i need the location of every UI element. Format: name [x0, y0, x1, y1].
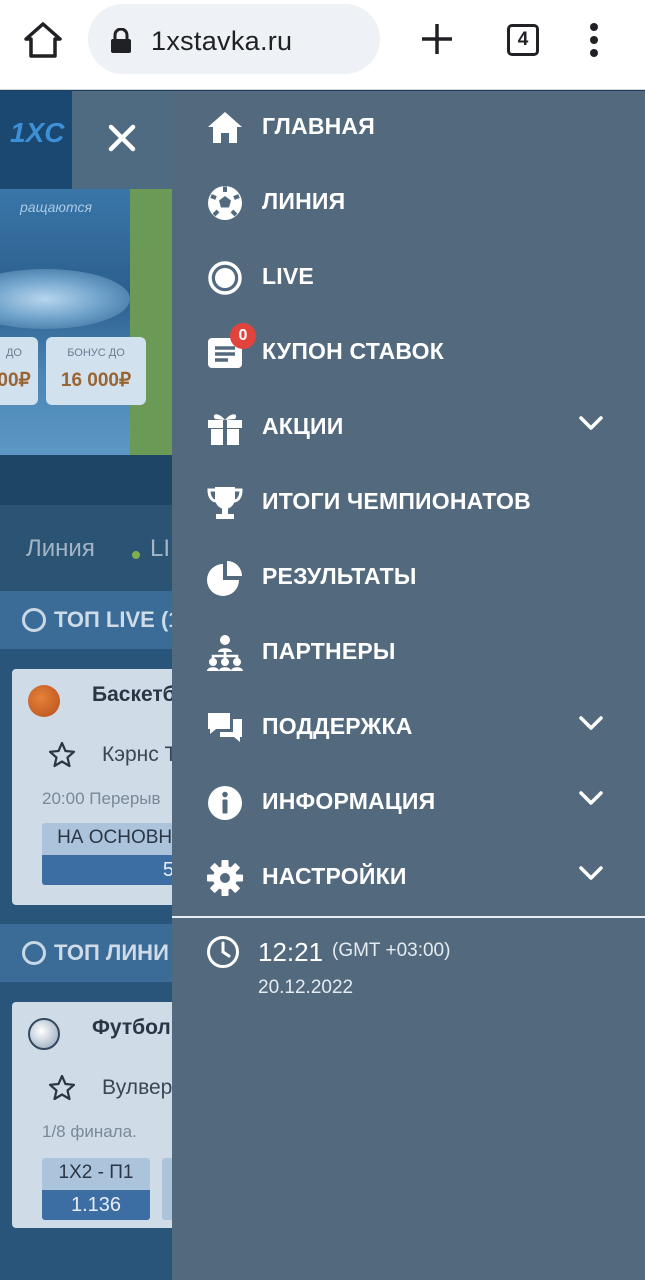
top-live-header[interactable]: ТОП LIVE (1	[0, 591, 172, 649]
bonus-label: БОНУС ДО	[67, 347, 125, 359]
address-bar[interactable]: 1xstavka.ru	[88, 4, 380, 74]
odd-button[interactable]	[162, 1158, 172, 1220]
current-time: 12:21	[258, 937, 324, 967]
browser-toolbar: 1xstavka.ru 4	[0, 0, 645, 90]
clock-icon	[207, 936, 239, 968]
bonus-amount: 16 000₽	[60, 370, 132, 391]
chevron-down-icon	[579, 416, 603, 430]
odd-button[interactable]: НА ОСНОВНО 5	[42, 823, 172, 885]
menu-item-settings[interactable]: НАСТРОЙКИ	[172, 841, 645, 916]
event-status: 1/8 финала.	[42, 1122, 137, 1141]
odd-label: 1X2 - П1	[58, 1162, 134, 1183]
timezone: (GMT +03:00)	[332, 940, 451, 961]
page-tabs: Линия LI	[0, 505, 172, 591]
sport-name: Баскетб	[92, 683, 172, 706]
side-menu: ГЛАВНАЯ ЛИНИЯ LIVE КУПОН СТАВОК АКЦИИ ИТ…	[172, 91, 645, 1280]
chevron-down-icon	[579, 791, 603, 805]
menu-item-label: ГЛАВНАЯ	[262, 113, 375, 139]
menu-item-label: LIVE	[262, 263, 314, 289]
team-name: Кэрнс Т	[102, 743, 172, 766]
menu-item-information[interactable]: ИНФОРМАЦИЯ	[172, 766, 645, 841]
bonus-amount: 00₽	[0, 370, 31, 391]
trophy-icon	[207, 487, 243, 519]
menu-item-label: КУПОН СТАВОК	[262, 338, 444, 364]
chevron-down-icon	[579, 866, 603, 880]
soccer-ball-icon	[208, 186, 242, 220]
menu-item-live[interactable]: LIVE	[172, 241, 645, 316]
live-icon	[208, 261, 242, 295]
menu-item-label: АКЦИИ	[262, 413, 344, 439]
close-icon	[108, 124, 136, 152]
site-logo: 1XC	[10, 117, 65, 148]
odd-value: 1.136	[42, 1190, 150, 1220]
info-icon	[208, 786, 242, 820]
menu-item-label: РЕЗУЛЬТАТЫ	[262, 563, 417, 589]
coupon-count-badge: 0	[230, 323, 256, 349]
gift-icon	[208, 414, 242, 445]
team-name: Вулверх	[102, 1076, 172, 1099]
odd-button[interactable]: 1X2 - П1 1.136	[42, 1158, 150, 1220]
menu-item-label: ИТОГИ ЧЕМПИОНАТОВ	[262, 488, 531, 514]
top-line-section: Футбол Вулверх 1/8 финала. 1X2 - П1 1.13…	[0, 982, 172, 1280]
top-live-section: Баскетб Кэрнс Т 20:00 Перерыв НА ОСНОВНО…	[0, 649, 172, 924]
bonus-label: ДО	[5, 347, 22, 359]
tab-live[interactable]: LI	[150, 535, 170, 563]
banner-next	[130, 189, 172, 455]
pie-chart-icon	[207, 561, 242, 596]
url-text: 1xstavka.ru	[151, 26, 293, 56]
odd-value: 5	[42, 855, 172, 885]
menu-item-label: ПАРТНЕРЫ	[262, 638, 396, 664]
chevron-down-icon	[579, 716, 603, 730]
gear-icon	[207, 860, 243, 896]
tab-switcher-button[interactable]: 4	[507, 24, 539, 56]
event-card[interactable]: Футбол Вулверх 1/8 финала. 1X2 - П1 1.13…	[12, 1002, 172, 1228]
soccer-ball-icon	[22, 941, 46, 965]
live-dot-icon	[132, 551, 140, 559]
menu-item-partners[interactable]: ПАРТНЕРЫ	[172, 616, 645, 691]
chat-icon	[208, 713, 242, 742]
menu-item-line[interactable]: ЛИНИЯ	[172, 166, 645, 241]
section-title: ТОП LIVE (1	[54, 607, 172, 632]
menu-item-label: НАСТРОЙКИ	[262, 863, 407, 889]
soccer-ball-icon	[28, 1018, 60, 1050]
banner-image	[0, 269, 130, 329]
menu-item-label: ЛИНИЯ	[262, 188, 346, 214]
menu-item-results[interactable]: РЕЗУЛЬТАТЫ	[172, 541, 645, 616]
current-date: 20.12.2022	[258, 977, 354, 998]
home-icon[interactable]	[22, 20, 64, 60]
star-icon[interactable]	[48, 741, 76, 769]
banner-slogan: ращаются	[20, 199, 92, 215]
more-options-icon[interactable]	[586, 22, 602, 58]
menu-item-label: ИНФОРМАЦИЯ	[262, 788, 436, 814]
menu-item-promotions[interactable]: АКЦИИ	[172, 391, 645, 466]
basketball-icon	[28, 685, 60, 717]
section-title: ТОП ЛИНИ	[54, 940, 169, 965]
star-icon[interactable]	[48, 1074, 76, 1102]
bonus-card: БОНУС ДО 16 000₽	[46, 337, 146, 405]
odd-label: НА ОСНОВНО	[57, 827, 172, 848]
close-menu-button[interactable]	[72, 91, 172, 189]
bonus-card: ДО 00₽	[0, 337, 38, 405]
event-status: 20:00 Перерыв	[42, 789, 161, 808]
menu-divider	[172, 916, 645, 918]
live-icon	[22, 608, 46, 632]
home-icon	[208, 112, 242, 143]
sport-name: Футбол	[92, 1016, 171, 1039]
tab-line[interactable]: Линия	[26, 535, 95, 563]
background-page: 1XC ращаются ДО 00₽ БОНУС ДО 16 000₽ Лин…	[0, 91, 172, 1280]
menu-item-home[interactable]: ГЛАВНАЯ	[172, 91, 645, 166]
menu-item-championships[interactable]: ИТОГИ ЧЕМПИОНАТОВ	[172, 466, 645, 541]
menu-item-support[interactable]: ПОДДЕРЖКА	[172, 691, 645, 766]
partners-icon	[207, 635, 243, 671]
banner-dots	[0, 455, 172, 505]
promo-banner[interactable]: ращаются	[0, 189, 130, 455]
lock-icon	[111, 28, 131, 53]
menu-item-label: ПОДДЕРЖКА	[262, 713, 413, 739]
top-line-header[interactable]: ТОП ЛИНИ	[0, 924, 172, 982]
event-card[interactable]: Баскетб Кэрнс Т 20:00 Перерыв НА ОСНОВНО…	[12, 669, 172, 905]
new-tab-icon[interactable]	[420, 22, 454, 56]
